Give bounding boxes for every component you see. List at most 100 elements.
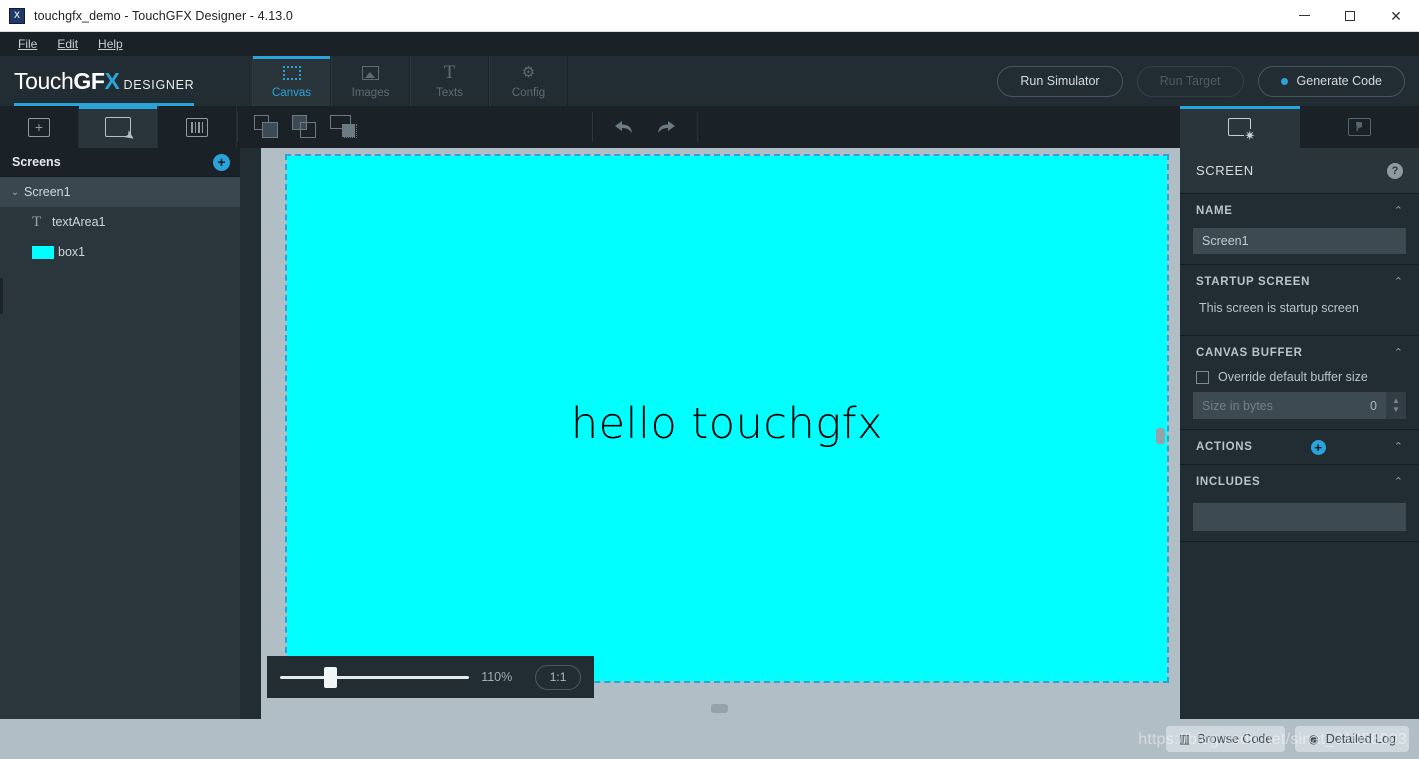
tab-texts[interactable]: T Texts <box>410 56 489 106</box>
folder-code-icon: ▥ <box>1178 732 1191 746</box>
screen-name-input[interactable]: Screen1 <box>1193 228 1406 254</box>
maximize-button[interactable] <box>1327 0 1373 32</box>
window-controls: ✕ <box>1281 0 1419 32</box>
tab-interactions[interactable] <box>1300 106 1419 148</box>
tab-canvas[interactable]: Canvas <box>252 56 331 106</box>
chevron-up-icon-startup[interactable]: ⌃ <box>1394 276 1403 288</box>
tab-images[interactable]: Images <box>331 56 410 106</box>
chevron-up-icon-buffer[interactable]: ⌃ <box>1394 347 1403 359</box>
override-buffer-checkbox[interactable] <box>1196 370 1209 384</box>
startup-group-header: STARTUP SCREEN ⌃ <box>1180 265 1419 299</box>
close-icon: ✕ <box>1390 7 1402 24</box>
chevron-up-icon-includes[interactable]: ⌃ <box>1394 476 1403 488</box>
zoom-ratio-button[interactable]: 1:1 <box>535 664 581 690</box>
buffer-size-input[interactable]: Size in bytes 0 <box>1193 392 1386 419</box>
add-action-button[interactable]: + <box>1310 439 1326 455</box>
log-circle-icon: ◉ <box>1308 732 1319 746</box>
actions-group-label: ACTIONS <box>1196 441 1253 453</box>
name-group: NAME ⌃ Screen1 <box>1180 194 1419 265</box>
tab-config-label: Config <box>511 86 546 99</box>
brand-suffix: DESIGNER <box>123 77 195 92</box>
zoom-control-bar: 110% 1:1 <box>267 656 594 698</box>
zoom-slider[interactable] <box>280 666 470 688</box>
panel-edge-marker <box>0 278 3 314</box>
undo-icon[interactable] <box>609 115 639 139</box>
browse-code-label: Browse Code <box>1197 732 1273 746</box>
minimize-button[interactable] <box>1281 0 1327 32</box>
toolbar-history-group <box>593 106 697 148</box>
tree-item-box1-label: box1 <box>58 245 86 259</box>
tree-item-textarea1[interactable]: T textArea1 <box>0 207 240 237</box>
toolbar-add-widget[interactable]: + <box>0 106 79 148</box>
tree-item-textarea1-label: textArea1 <box>52 215 106 229</box>
textarea1-widget[interactable]: hello touchgfx <box>287 399 1167 449</box>
header-actions: Run Simulator Run Target Generate Code <box>997 56 1419 106</box>
tree-item-screen1-label: Screen1 <box>24 185 71 199</box>
detailed-log-button[interactable]: ◉ Detailed Log <box>1295 726 1409 752</box>
actions-group: ACTIONS + ⌃ <box>1180 430 1419 465</box>
screen-preview[interactable]: hello touchgfx <box>285 154 1169 683</box>
override-buffer-label: Override default buffer size <box>1218 370 1368 384</box>
menu-help-label: Help <box>98 37 123 51</box>
text-icon: T <box>32 213 42 230</box>
send-to-back-icon[interactable] <box>254 115 280 139</box>
tab-config[interactable]: ⚙ Config <box>489 56 568 106</box>
bring-to-front-icon[interactable] <box>292 115 318 139</box>
toolbar-arrange-group <box>238 106 372 148</box>
tab-images-label: Images <box>351 86 390 99</box>
menu-help[interactable]: Help <box>88 34 133 54</box>
name-group-label: NAME <box>1196 205 1233 217</box>
stepper-down-icon[interactable]: ▼ <box>1392 406 1400 414</box>
canvas-buffer-group: CANVAS BUFFER ⌃ Override default buffer … <box>1180 336 1419 430</box>
toolbar-widgets-tool[interactable] <box>158 106 237 148</box>
chevron-down-icon[interactable]: ⌄ <box>8 187 22 198</box>
add-screen-button[interactable]: + <box>213 153 230 171</box>
includes-group: INCLUDES ⌃ <box>1180 465 1419 542</box>
chevron-up-icon-actions[interactable]: ⌃ <box>1394 441 1403 453</box>
close-button[interactable]: ✕ <box>1373 0 1419 32</box>
tree-item-screen1[interactable]: ⌄ Screen1 <box>0 177 240 207</box>
generate-code-button[interactable]: Generate Code <box>1257 65 1405 97</box>
status-dot-icon <box>1280 77 1288 85</box>
run-target-label: Run Target <box>1159 74 1221 88</box>
includes-input[interactable] <box>1193 503 1406 531</box>
chevron-up-icon[interactable]: ⌃ <box>1394 205 1403 217</box>
actions-group-header: ACTIONS + ⌃ <box>1180 430 1419 464</box>
tab-canvas-label: Canvas <box>272 86 311 99</box>
sliders-icon <box>186 117 208 137</box>
detailed-log-label: Detailed Log <box>1325 732 1396 746</box>
menu-edit[interactable]: Edit <box>47 34 88 54</box>
menu-file[interactable]: File <box>8 34 47 54</box>
window-title: touchgfx_demo - TouchGFX Designer - 4.13… <box>34 8 293 23</box>
zoom-slider-thumb[interactable] <box>324 666 337 688</box>
browse-code-button[interactable]: ▥ Browse Code <box>1165 726 1286 752</box>
title-bar: X touchgfx_demo - TouchGFX Designer - 4.… <box>0 0 1419 32</box>
minimize-icon <box>1298 15 1310 16</box>
properties-section-header: SCREEN ? <box>1180 148 1419 194</box>
touchgfx-designer-window: X touchgfx_demo - TouchGFX Designer - 4.… <box>0 0 1419 759</box>
canvas-icon <box>282 64 301 83</box>
screens-panel: Screens + ⌄ Screen1 T textArea1 box1 <box>0 148 240 719</box>
box-color-swatch <box>32 245 54 259</box>
run-simulator-button[interactable]: Run Simulator <box>997 65 1123 97</box>
tree-item-box1[interactable]: box1 <box>0 237 240 267</box>
run-target-button[interactable]: Run Target <box>1136 65 1244 97</box>
align-screen-icon[interactable] <box>330 115 357 139</box>
canvas-vertical-scrollbar[interactable] <box>1156 428 1165 444</box>
startup-screen-note: This screen is startup screen <box>1199 301 1359 315</box>
toolbar-select-tool[interactable] <box>79 106 158 148</box>
includes-group-header: INCLUDES ⌃ <box>1180 465 1419 499</box>
texts-icon: T <box>443 62 456 83</box>
app-header: Touch GF X DESIGNER Canvas Images T Texts … <box>0 56 1419 106</box>
redo-icon[interactable] <box>651 115 681 139</box>
brand-part3: X <box>104 67 120 94</box>
stepper-up-icon[interactable]: ▲ <box>1392 397 1400 405</box>
screen-pointer-icon <box>1347 118 1371 136</box>
canvas-horizontal-scrollbar[interactable] <box>711 704 728 713</box>
properties-tabs <box>1180 106 1419 148</box>
help-icon[interactable]: ? <box>1387 162 1403 179</box>
canvas-area: hello touchgfx 110% 1:1 <box>240 148 1183 719</box>
canvas-viewport: hello touchgfx 110% 1:1 <box>249 148 1183 719</box>
tab-screen-properties[interactable] <box>1180 106 1300 148</box>
buffer-size-stepper[interactable]: ▲ ▼ <box>1386 392 1406 419</box>
